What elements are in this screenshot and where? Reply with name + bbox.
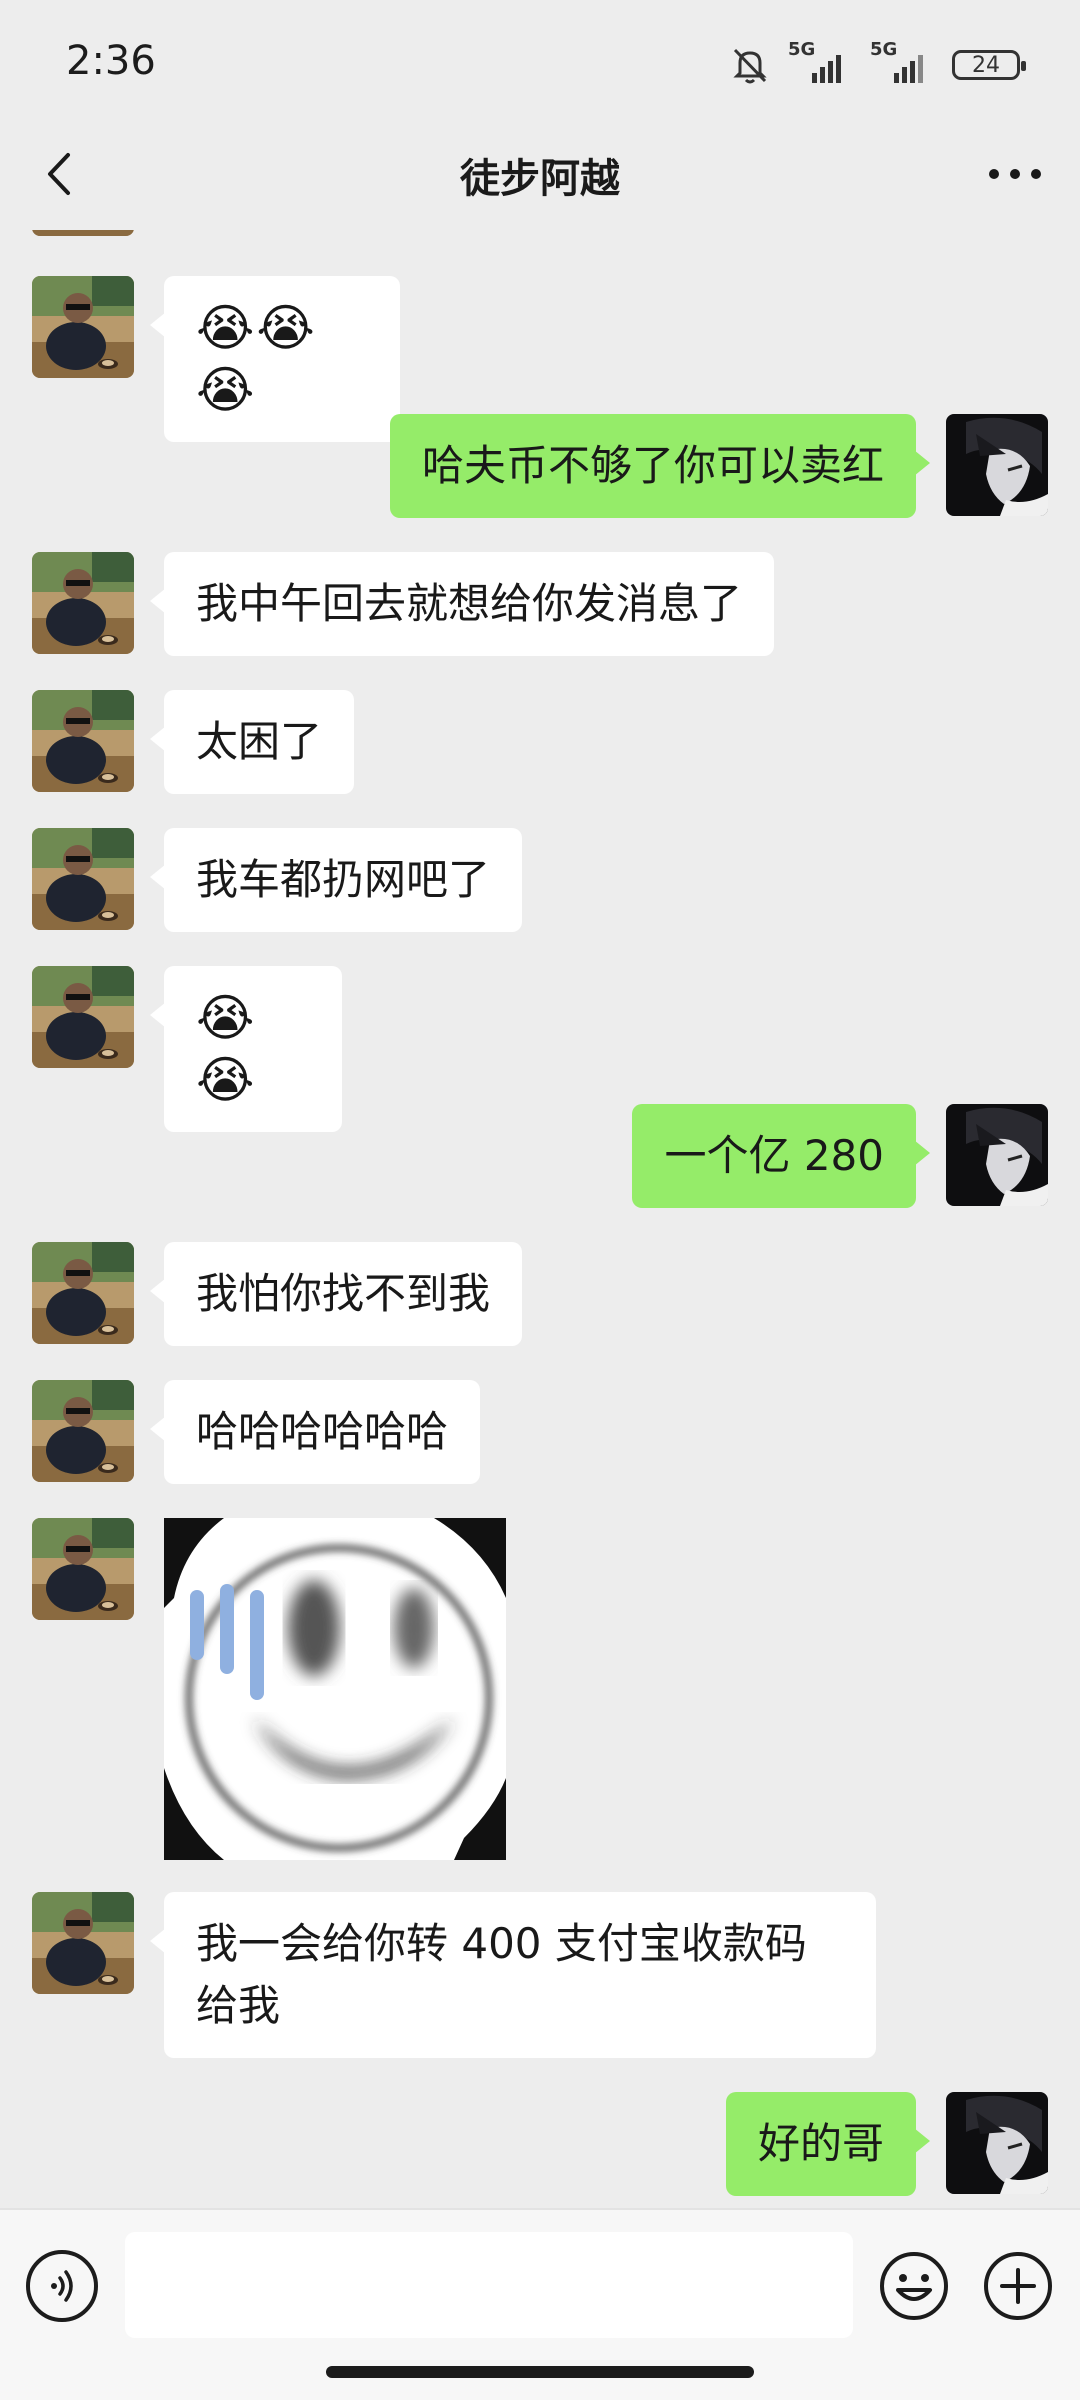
message-bubble[interactable]: 太困了 [149,690,355,794]
crying-panda-sticker-icon [164,1518,506,1860]
message-bubble[interactable]: 我怕你找不到我 [149,1242,523,1346]
message-bubble[interactable]: 😭😭 [150,966,342,1132]
contact-avatar[interactable] [32,1892,134,1994]
message-bubble[interactable]: 哈夫币不够了你可以卖红 [389,414,931,518]
contact-avatar[interactable] [32,276,134,378]
message-bubble[interactable]: 一个亿 280 [632,1104,930,1208]
message-bubble[interactable]: 哈哈哈哈哈哈 [149,1380,481,1484]
message-input[interactable] [125,2232,853,2338]
contact-avatar[interactable] [32,552,134,654]
more-button[interactable] [980,142,1050,206]
contact-avatar[interactable] [32,828,134,930]
more-dots-icon [989,169,1041,179]
message-bubble[interactable]: 我中午回去就想给你发消息了 [149,552,775,656]
bell-muted-icon [733,48,767,84]
contact-avatar[interactable] [32,1518,134,1620]
sticker-image[interactable] [164,1518,506,1860]
status-bar: 2:36 5G 5G 24 [0,0,1080,120]
my-avatar[interactable] [946,2092,1048,2194]
message-list[interactable]: 😭😭😭 哈夫币不够了你可以卖红 我中午回去就想给你发消息了 太困了 我车都扔网吧… [0,230,1080,2208]
voice-icon [51,2270,73,2302]
message-bubble[interactable]: 我车都扔网吧了 [149,828,523,932]
more-actions-button[interactable] [980,2248,1056,2324]
voice-button[interactable] [26,2250,98,2322]
status-icons: 5G 5G 24 [728,39,1026,90]
chat-title: 徒步阿越 [460,156,620,202]
emoji-icon [880,2252,948,2320]
my-avatar[interactable] [946,414,1048,516]
battery-level: 24 [972,52,1000,78]
emoji-button[interactable] [876,2248,952,2324]
signal-bars-icon [812,55,841,83]
contact-avatar[interactable] [32,690,134,792]
message-bubble[interactable]: 😭😭😭 [150,276,400,442]
contact-avatar[interactable] [32,1380,134,1482]
signal-5g-2: 5G [870,39,936,87]
signal-bars-icon [894,55,923,83]
contact-avatar[interactable] [32,1242,134,1344]
contact-avatar[interactable] [32,230,134,236]
plus-icon [984,2252,1052,2320]
chat-header: 徒步阿越 [0,120,1080,230]
status-time: 2:36 [66,38,156,84]
message-bubble[interactable]: 好的哥 [725,2092,931,2196]
my-avatar[interactable] [946,1104,1048,1206]
home-indicator[interactable] [326,2366,754,2378]
message-bubble[interactable]: 我一会给你转 400 支付宝收款码给我 [150,1892,876,2058]
signal-5g-1: 5G [788,39,854,87]
contact-avatar[interactable] [32,966,134,1068]
battery-indicator: 24 [952,50,1026,80]
